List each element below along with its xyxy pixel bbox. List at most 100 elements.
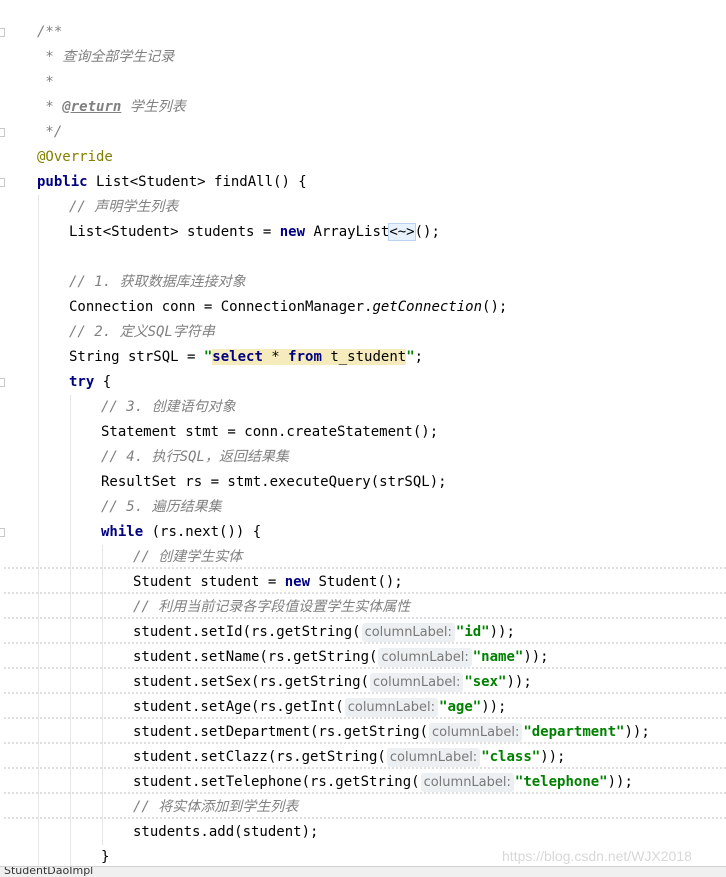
code-line: while (rs.next()) { (37, 520, 726, 545)
javadoc-tag: @return (62, 99, 122, 115)
code-line (37, 245, 726, 270)
code-line: public List<Student> findAll() { (37, 170, 726, 195)
doc-comment: * 查询全部学生记录 (37, 49, 175, 65)
code-line: // 创建学生实体 (4, 545, 726, 570)
string-literal: "class" (481, 749, 541, 765)
code-text: (); (482, 299, 508, 315)
line-comment: // 创建学生实体 (133, 549, 243, 565)
line-comment: // 1. 获取数据库连接对象 (69, 274, 246, 290)
line-comment: // 2. 定义SQL字符串 (69, 324, 215, 340)
diamond-operator[interactable]: <~> (388, 223, 416, 241)
code-line: @Override (37, 145, 726, 170)
keyword: new (279, 224, 306, 240)
code-text: )); (523, 649, 549, 665)
static-method: getConnection (372, 299, 483, 315)
fold-marker[interactable] (0, 28, 5, 37)
code-text: List<Student> students = (69, 224, 280, 240)
line-comment: // 4. 执行SQL，返回结果集 (101, 449, 289, 465)
fold-marker[interactable] (0, 178, 5, 187)
code-line: String strSQL = " select * from t_student… (37, 345, 726, 370)
code-text: (rs.next()) { (143, 524, 262, 540)
code-text: students.add(student); (133, 824, 319, 840)
doc-comment: /** (37, 24, 63, 40)
string-quote: " (406, 349, 415, 365)
code-text: Student(); (310, 574, 403, 590)
keyword: try (69, 374, 95, 390)
doc-comment: 学生列表 (121, 99, 186, 115)
string-literal: "age" (439, 699, 482, 715)
code-text: String strSQL = (69, 349, 204, 365)
code-text: student.setId(rs.getString( (133, 624, 361, 640)
keyword: while (101, 524, 144, 540)
code-line: // 声明学生列表 (37, 195, 726, 220)
line-comment: // 3. 创建语句对象 (101, 399, 236, 415)
code-text: )); (540, 749, 566, 765)
code-line: student.setId(rs.getString(columnLabel: "… (4, 620, 726, 645)
sql-keyword: from (288, 349, 322, 365)
code-line: */ (37, 120, 726, 145)
code-text: { (94, 374, 112, 390)
code-line: student.setSex(rs.getString(columnLabel:… (4, 670, 726, 695)
doc-comment: */ (37, 124, 63, 140)
fold-marker[interactable] (0, 528, 5, 537)
code-text: student.setTelephone(rs.getString( (133, 774, 420, 790)
line-comment: // 利用当前记录各字段值设置学生实体属性 (133, 599, 411, 615)
string-literal: "department" (523, 724, 625, 740)
code-line: // 2. 定义SQL字符串 (37, 320, 726, 345)
sql-text: t_student (321, 349, 407, 365)
code-text: student.setAge(rs.getInt( (133, 699, 344, 715)
doc-comment: * (37, 99, 63, 115)
code-line: // 将实体添加到学生列表 (4, 795, 726, 820)
fold-marker[interactable] (0, 128, 5, 137)
method-signature: List<Student> findAll() { (87, 174, 307, 190)
editor-tab-bar: StudentDaoImpl (0, 866, 726, 877)
string-literal: "telephone" (514, 774, 608, 790)
code-line: Connection conn = ConnectionManager.getC… (37, 295, 726, 320)
editor-gutter[interactable] (0, 0, 12, 866)
file-tab[interactable]: StudentDaoImpl (4, 867, 93, 877)
code-line: student.setDepartment(rs.getString(colum… (4, 720, 726, 745)
code-line: Student student = new Student(); (4, 570, 726, 595)
string-literal: "sex" (464, 674, 507, 690)
fold-marker[interactable] (0, 378, 5, 387)
code-line: try { (37, 370, 726, 395)
code-text: ; (414, 349, 424, 365)
code-text: )); (481, 699, 507, 715)
annotation: @Override (37, 149, 113, 165)
code-line: // 1. 获取数据库连接对象 (37, 270, 726, 295)
code-line: // 5. 遍历结果集 (37, 495, 726, 520)
code-text: student.setSex(rs.getString( (133, 674, 370, 690)
code-text: )); (607, 774, 633, 790)
code-text: ArrayList (305, 224, 390, 240)
watermark: https://blog.csdn.net/WJX2018 (502, 848, 692, 864)
line-comment: // 将实体添加到学生列表 (133, 799, 299, 815)
sql-keyword: select (212, 349, 263, 365)
code-line: // 4. 执行SQL，返回结果集 (37, 445, 726, 470)
code-text: student.setName(rs.getString( (133, 649, 378, 665)
code-line: * (37, 70, 726, 95)
code-line: // 3. 创建语句对象 (37, 395, 726, 420)
code-line: ResultSet rs = stmt.executeQuery(strSQL)… (37, 470, 726, 495)
code-editor[interactable]: /** * 查询全部学生记录 * * @return 学生列表 */ @Over… (4, 20, 726, 870)
code-line: * @return 学生列表 (37, 95, 726, 120)
string-literal: "name" (472, 649, 524, 665)
closing-brace: } (101, 849, 110, 865)
code-line: student.setClazz(rs.getString(columnLabe… (4, 745, 726, 770)
doc-comment: * (37, 74, 54, 90)
keyword: public (37, 174, 88, 190)
sql-text: * (262, 349, 289, 365)
keyword: new (284, 574, 311, 590)
line-comment: // 声明学生列表 (69, 199, 179, 215)
code-line: List<Student> students = new ArrayList<~… (37, 220, 726, 245)
code-text: (); (414, 224, 440, 240)
code-line: students.add(student); (37, 820, 726, 845)
code-line: student.setName(rs.getString(columnLabel… (4, 645, 726, 670)
code-text: )); (489, 624, 515, 640)
code-text: student.setClazz(rs.getString( (133, 749, 386, 765)
code-line: /** (37, 20, 726, 45)
line-comment: // 5. 遍历结果集 (101, 499, 222, 515)
string-literal: "id" (455, 624, 490, 640)
code-line: * 查询全部学生记录 (37, 45, 726, 70)
code-line: Statement stmt = conn.createStatement(); (37, 420, 726, 445)
code-text: )); (624, 724, 650, 740)
